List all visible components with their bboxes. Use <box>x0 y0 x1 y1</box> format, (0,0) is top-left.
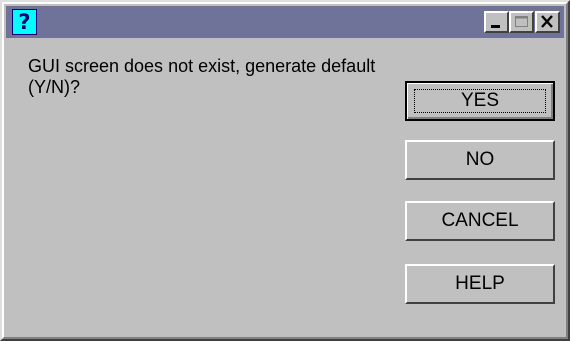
maximize-icon <box>515 16 528 27</box>
help-button-label: HELP <box>455 273 505 294</box>
question-mark-icon[interactable]: ? <box>12 9 37 35</box>
help-button[interactable]: HELP <box>405 264 555 304</box>
no-button-label: NO <box>465 149 495 170</box>
minimize-button[interactable] <box>484 11 509 33</box>
dialog-window: ? GUI screen does not exist, generate de… <box>0 0 570 341</box>
minimize-icon <box>491 25 500 28</box>
maximize-button[interactable] <box>509 11 534 33</box>
yes-button-label: YES <box>460 90 500 111</box>
no-button[interactable]: NO <box>405 140 555 180</box>
dialog-message: GUI screen does not exist, generate defa… <box>28 56 376 97</box>
close-button[interactable] <box>535 11 560 33</box>
cancel-button-label: CANCEL <box>441 210 519 231</box>
cancel-button[interactable]: CANCEL <box>405 201 555 241</box>
yes-button[interactable]: YES <box>405 81 555 121</box>
title-bar[interactable]: ? <box>6 6 564 38</box>
question-mark-glyph: ? <box>18 9 31 34</box>
close-icon <box>541 15 553 28</box>
